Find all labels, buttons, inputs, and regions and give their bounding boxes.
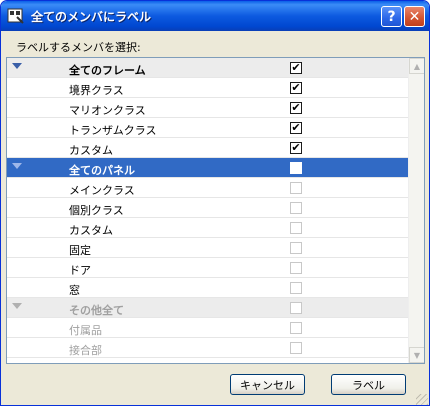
member-label: 固定 [69, 244, 91, 257]
member-label: 境界クラス [69, 84, 124, 97]
collapse-triangle-icon[interactable] [12, 63, 22, 69]
member-row[interactable]: メインクラス [7, 178, 408, 198]
member-row[interactable]: マリオンクラス ✔ [7, 98, 408, 118]
member-checkbox[interactable] [290, 222, 302, 234]
group-label: 全てのフレーム [69, 64, 146, 77]
collapse-triangle-icon[interactable] [12, 163, 22, 169]
member-checkbox[interactable] [290, 282, 302, 294]
member-checkbox[interactable] [290, 322, 302, 334]
member-checkbox[interactable] [290, 202, 302, 214]
member-row[interactable]: 個別クラス [7, 198, 408, 218]
collapse-triangle-icon[interactable] [12, 303, 22, 309]
member-label: マリオンクラス [69, 104, 146, 117]
prompt-label: ラベルするメンバを選択: [16, 41, 141, 54]
group-checkbox[interactable] [290, 162, 302, 174]
member-label: ドア [69, 264, 91, 277]
dialog-window: 全てのメンバにラベル ? ✕ ラベルするメンバを選択: 全てのフレーム ✔ 境界クラ… [0, 0, 430, 406]
group-checkbox[interactable] [290, 302, 302, 314]
member-row[interactable]: 窓 [7, 278, 408, 298]
cancel-button[interactable]: キャンセル [230, 374, 305, 395]
window-title: 全てのメンバにラベル [31, 10, 152, 24]
member-row[interactable]: 接合部 [7, 338, 408, 358]
member-checkbox[interactable]: ✔ [290, 82, 302, 94]
member-list: 全てのフレーム ✔ 境界クラス ✔ マリオンクラス ✔ トランザムクラス ✔ カスタム ✔ 全てのパ… [6, 57, 425, 364]
member-checkbox[interactable]: ✔ [290, 122, 302, 134]
member-checkbox[interactable] [290, 262, 302, 274]
member-label: カスタム [69, 144, 113, 157]
member-checkbox[interactable] [290, 242, 302, 254]
scroll-up-button[interactable]: ▲ [409, 58, 424, 74]
member-label: 付属品 [69, 324, 102, 337]
member-label: カスタム [69, 224, 113, 237]
member-row[interactable]: 固定 [7, 238, 408, 258]
vertical-scrollbar[interactable]: ▲ ▼ [408, 58, 424, 363]
group-row[interactable]: 全てのフレーム ✔ [7, 58, 408, 78]
title-bar[interactable]: 全てのメンバにラベル ? ✕ [1, 1, 429, 31]
group-row[interactable]: その他全て [7, 298, 408, 318]
member-label: 接合部 [69, 344, 102, 357]
member-label: 窓 [69, 284, 80, 297]
help-button[interactable]: ? [381, 6, 402, 27]
member-label: 個別クラス [69, 204, 124, 217]
member-checkbox[interactable] [290, 182, 302, 194]
close-button[interactable]: ✕ [404, 6, 425, 27]
member-row[interactable]: ドア [7, 258, 408, 278]
member-row[interactable]: 付属品 [7, 318, 408, 338]
scroll-down-button[interactable]: ▼ [409, 347, 424, 363]
member-rows: 全てのフレーム ✔ 境界クラス ✔ マリオンクラス ✔ トランザムクラス ✔ カスタム ✔ 全てのパ… [7, 58, 408, 358]
group-label: その他全て [69, 304, 124, 317]
label-button[interactable]: ラベル [331, 374, 406, 395]
member-label: トランザムクラス [69, 124, 157, 137]
member-label: メインクラス [69, 184, 135, 197]
member-row[interactable]: トランザムクラス ✔ [7, 118, 408, 138]
member-row[interactable]: カスタム ✔ [7, 138, 408, 158]
resize-grip-icon[interactable] [416, 394, 428, 405]
member-checkbox[interactable]: ✔ [290, 102, 302, 114]
member-checkbox[interactable] [290, 342, 302, 354]
member-checkbox[interactable]: ✔ [290, 142, 302, 154]
app-icon [7, 8, 24, 24]
group-label: 全てのパネル [69, 164, 135, 177]
group-checkbox[interactable]: ✔ [290, 62, 302, 74]
member-row[interactable]: 境界クラス ✔ [7, 78, 408, 98]
member-row[interactable]: カスタム [7, 218, 408, 238]
group-row[interactable]: 全てのパネル [7, 158, 408, 178]
